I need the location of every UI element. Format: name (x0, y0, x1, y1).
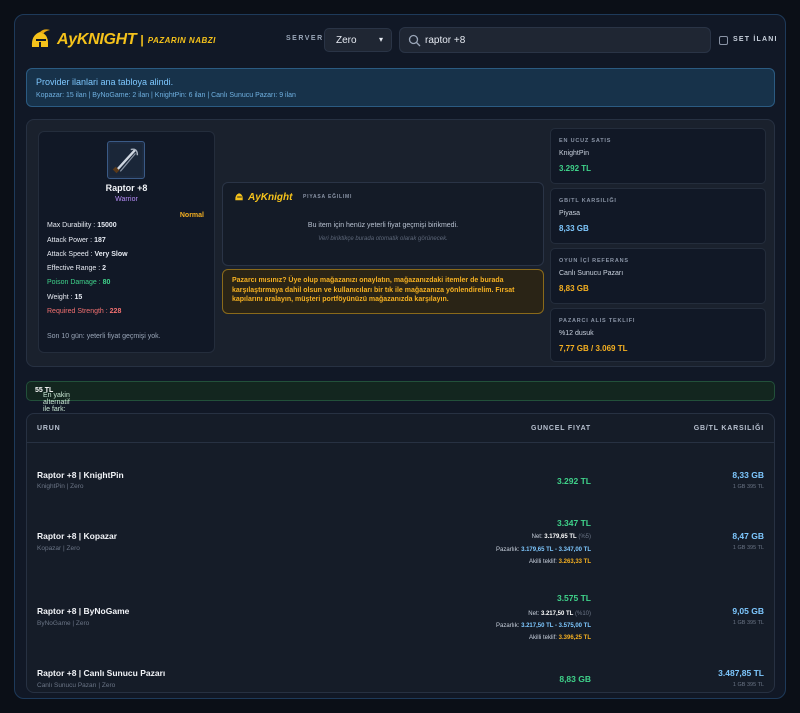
row-akilli-teklif: Akilli teklif: 3.263,33 TL (528, 559, 591, 565)
row-price: 3.292 TL (556, 476, 591, 486)
row-gb: 3.487,85 TL (718, 668, 764, 678)
provider-notice-title: Provider ilanlari ana tabloya alindi. (36, 77, 174, 87)
brand-name: AyKNIGHT (57, 31, 137, 48)
diff-text: En yakin alternatif ile fark: 55 TL (35, 387, 70, 413)
market-trend-label: PIYASA EĞILIMI (303, 194, 353, 200)
search-input[interactable]: raptor +8 (399, 27, 711, 53)
row-sub: Canlı Sunucu Pazarı | Zero (37, 682, 116, 689)
stat-effective-range: Effective Range : 2 (47, 265, 107, 272)
row-name: Raptor +8 | Canlı Sunucu Pazarı (37, 668, 166, 678)
header-price[interactable]: GUNCEL FIYAT (531, 425, 591, 432)
row-pazarlik: Pazarlık: 3.217,50 TL - 3.575,00 TL (496, 623, 591, 629)
row-net: Net: 3.217,50 TL (%10) (528, 611, 591, 617)
row-gb-sub: 1 GB 395 TL (732, 682, 764, 688)
item-image (107, 141, 145, 179)
row-sub: KnightPin | Zero (37, 483, 84, 490)
stat-weight: Weight : 15 (47, 294, 83, 301)
stat-poison-damage: Poison Damage : 80 (47, 279, 111, 286)
knight-helmet-icon (235, 193, 243, 201)
market-logo: AyKnight (233, 191, 292, 203)
item-card: Raptor +8 Warrior Normal Max Durability … (38, 131, 215, 353)
stat-card-label: EN UCUZ SATIS (559, 138, 612, 144)
server-select-value: Zero (336, 35, 357, 46)
stat-card-dealer-offer: PAZARCI ALIS TEKLIFI %12 dusuk 7,77 GB /… (550, 308, 766, 362)
stat-card-value: 8,33 GB (559, 224, 589, 233)
stat-card-sub: KnightPin (559, 150, 589, 157)
stat-card-sub: Canlı Sunucu Pazarı (559, 270, 624, 277)
stat-card-sub: Piyasa (559, 210, 581, 217)
row-price: 3.575 TL (556, 593, 591, 603)
header-product[interactable]: URUN (37, 425, 60, 432)
nearest-alternative-diff: En yakin alternatif ile fark: 55 TL (26, 381, 775, 413)
price-history-note: Son 10 gün: yeterli fiyat geçmişi yok. (47, 333, 161, 340)
stat-card-label: GB/TL KARSILIĞI (559, 198, 617, 204)
row-name: Raptor +8 | Kopazar (37, 531, 118, 541)
row-gb: 8,47 GB (732, 531, 764, 541)
item-grade: Normal (179, 212, 204, 219)
provider-notice: Provider ilanlari ana tabloya alindi. Ko… (26, 68, 775, 107)
app-window: AyKNIGHT | PAZARIN NABZI SERVER Zero ▾ r… (14, 14, 786, 699)
server-label: SERVER (286, 35, 324, 42)
price-table: URUN GUNCEL FIYAT GB/TL KARSILIĞI Raptor… (26, 413, 775, 693)
logo[interactable]: AyKNIGHT | PAZARIN NABZI (27, 27, 216, 53)
row-pazarlik: Pazarlık: 3.179,65 TL - 3.347,00 TL (496, 547, 591, 553)
sword-icon (109, 143, 143, 177)
market-trend-hint: Veri biriktikçe burada otomatik olarak g… (318, 236, 448, 242)
row-price: 3.347 TL (556, 518, 591, 528)
search-icon (408, 34, 421, 47)
stat-card-sub: %12 dusuk (559, 330, 594, 337)
market-brand: AyKnight (248, 191, 293, 203)
chevron-down-icon: ▾ (378, 35, 383, 44)
market-trend-panel: AyKnight PIYASA EĞILIMI Bu item için hen… (222, 182, 544, 266)
header-gb[interactable]: GB/TL KARSILIĞI (694, 425, 764, 432)
search-input-value: raptor +8 (425, 35, 466, 46)
brand-tagline: PAZARIN NABZI (147, 35, 216, 45)
row-sub: ByNoGame | Zero (37, 620, 90, 627)
brand-separator: | (140, 33, 144, 47)
market-trend-message: Bu item için henüz yeterli fiyat geçmişi… (307, 222, 459, 229)
stat-attack-power: Attack Power : 187 (47, 237, 106, 244)
row-gb: 8,33 GB (732, 470, 764, 480)
stat-max-durability: Max Durability : 15000 (47, 222, 117, 229)
stat-card-cheapest: EN UCUZ SATIS KnightPin 3.292 TL (550, 128, 766, 184)
stat-required-strength: Required Strength : 228 (47, 308, 122, 315)
stat-card-ingame-reference: OYUN İÇİ REFERANS Canlı Sunucu Pazarı 8,… (550, 248, 766, 304)
header: AyKNIGHT | PAZARIN NABZI SERVER Zero ▾ r… (15, 15, 785, 65)
stat-card-gb-tl: GB/TL KARSILIĞI Piyasa 8,33 GB (550, 188, 766, 244)
row-gb-sub: 1 GB 395 TL (732, 620, 764, 626)
stat-card-value: 3.292 TL (559, 164, 592, 173)
row-gb: 9,05 GB (732, 606, 764, 616)
row-price: 8,83 GB (559, 674, 591, 684)
set-ilani-checkbox[interactable] (719, 36, 728, 45)
row-gb-sub: 1 GB 395 TL (732, 484, 764, 490)
header-divider (27, 442, 774, 443)
row-gb-sub: 1 GB 395 TL (732, 545, 764, 551)
stat-card-value: 7,77 GB / 3.069 TL (559, 344, 628, 353)
stat-attack-speed: Attack Speed : Very Slow (47, 251, 128, 258)
stat-card-label: PAZARCI ALIS TEKLIFI (559, 318, 636, 324)
row-name: Raptor +8 | ByNoGame (37, 606, 130, 616)
item-class: Warrior (115, 196, 138, 203)
item-name: Raptor +8 (105, 183, 148, 193)
stat-card-label: OYUN İÇİ REFERANS (559, 258, 629, 264)
set-ilani-label[interactable]: SET İLANI (733, 36, 778, 43)
seller-promo-banner[interactable]: Pazarcı mısınız? Üye olup mağazanızı ona… (222, 269, 544, 314)
row-net: Net: 3.179,65 TL (%5) (531, 534, 591, 540)
provider-notice-detail: Kopazar: 15 ilan | ByNoGame: 2 ilan | Kn… (36, 92, 296, 99)
knight-helmet-icon (31, 29, 50, 47)
stat-card-value: 8,83 GB (559, 284, 589, 293)
row-name: Raptor +8 | KnightPin (37, 470, 124, 480)
row-sub: Kopazar | Zero (37, 545, 80, 552)
row-akilli-teklif: Akilli teklif: 3.396,25 TL (528, 635, 591, 641)
server-select[interactable]: Zero ▾ (324, 28, 392, 52)
seller-promo-text: Pazarcı mısınız? Üye olup mağazanızı ona… (232, 277, 515, 303)
item-overview-panel: Raptor +8 Warrior Normal Max Durability … (26, 119, 775, 367)
